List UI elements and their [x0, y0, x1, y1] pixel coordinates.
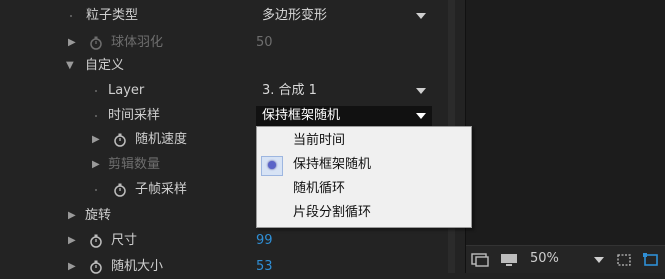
stopwatch-icon[interactable] — [113, 183, 127, 197]
stopwatch-icon[interactable] — [89, 234, 103, 248]
indent-dot — [70, 15, 72, 17]
size-label: 尺寸 — [111, 233, 138, 248]
composition-viewer: 50% — [465, 0, 665, 273]
time-sampling-dropdown[interactable]: 保持框架随机 — [256, 106, 432, 126]
chevron-down-icon — [416, 113, 426, 119]
time-sampling-label: 时间采样 — [108, 108, 161, 123]
rotation-label: 旋转 — [85, 208, 112, 223]
random-size-label: 随机大小 — [111, 259, 164, 274]
custom-label: 自定义 — [85, 58, 125, 73]
chevron-down-icon — [416, 88, 426, 94]
expand-arrow-icon[interactable]: ▶ — [68, 229, 76, 253]
layer-label: Layer — [108, 83, 145, 98]
particle-type-dropdown[interactable]: 多边形变形 — [256, 6, 432, 26]
random-speed-label: 随机速度 — [135, 132, 188, 147]
time-sampling-menu: 当前时间 保持框架随机 随机循环 片段分割循环 — [256, 126, 472, 228]
clip-count-label: 剪辑数量 — [108, 157, 161, 172]
transparency-grid-icon[interactable] — [643, 253, 659, 267]
random-size-value[interactable]: 53 — [256, 255, 273, 279]
collapse-arrow-icon[interactable]: ▼ — [66, 54, 74, 78]
row-time-sampling: 时间采样 保持框架随机 — [0, 104, 440, 128]
stopwatch-icon[interactable] — [89, 36, 103, 50]
menu-item-split-clip-loop[interactable]: 片段分割循环 — [257, 201, 471, 225]
menu-item-label: 随机循环 — [293, 181, 346, 196]
stopwatch-icon[interactable] — [89, 260, 103, 274]
layer-dropdown[interactable]: 3. 合成 1 — [256, 81, 432, 101]
expand-arrow-icon[interactable]: ▶ — [68, 31, 76, 55]
row-custom: ▼ 自定义 — [0, 54, 440, 78]
row-subframe: 子帧采样 — [0, 178, 256, 202]
radio-bullet-icon — [268, 161, 276, 169]
chevron-down-icon — [416, 13, 426, 19]
menu-item-label: 片段分割循环 — [293, 205, 372, 220]
time-sampling-value: 保持框架随机 — [262, 108, 341, 123]
zoom-level[interactable]: 50% — [530, 249, 559, 269]
row-layer: Layer 3. 合成 1 — [0, 79, 440, 103]
row-particle-type: 粒子类型 多边形变形 — [0, 4, 440, 28]
subframe-label: 子帧采样 — [135, 182, 188, 197]
indent-dot — [95, 90, 97, 92]
layer-value: 3. 合成 1 — [262, 83, 317, 98]
row-size: ▶ 尺寸 99 — [0, 229, 440, 253]
viewer-toolbar: 50% — [466, 245, 665, 273]
particle-type-label: 粒子类型 — [86, 8, 139, 23]
chevron-down-icon[interactable] — [594, 257, 604, 263]
expand-arrow-icon[interactable]: ▶ — [92, 153, 100, 177]
sphere-feather-label: 球体羽化 — [111, 35, 164, 50]
particle-type-value: 多边形变形 — [262, 8, 328, 23]
menu-item-current-time[interactable]: 当前时间 — [257, 129, 471, 153]
expand-arrow-icon[interactable]: ▶ — [68, 204, 76, 228]
size-value[interactable]: 99 — [256, 229, 273, 253]
row-sphere-feather: ▶ 球体羽化 50 — [0, 31, 440, 55]
row-rotation: ▶ 旋转 — [0, 204, 256, 228]
indent-dot — [95, 115, 97, 117]
monitor-icon[interactable] — [500, 253, 518, 267]
menu-item-label: 保持框架随机 — [293, 157, 372, 172]
sphere-feather-value[interactable]: 50 — [256, 31, 273, 55]
expand-arrow-icon[interactable]: ▶ — [68, 255, 76, 279]
menu-item-label: 当前时间 — [293, 133, 346, 148]
row-random-size: ▶ 随机大小 53 — [0, 255, 440, 279]
indent-dot — [95, 189, 97, 191]
row-clip-count: ▶ 剪辑数量 — [0, 153, 256, 177]
region-of-interest-icon[interactable] — [616, 253, 632, 267]
expand-arrow-icon[interactable]: ▶ — [92, 128, 100, 152]
snapshot-icon[interactable] — [471, 253, 489, 267]
stopwatch-icon[interactable] — [113, 133, 127, 147]
menu-item-random-loop[interactable]: 随机循环 — [257, 177, 471, 201]
menu-item-hold-frame-random[interactable]: 保持框架随机 — [257, 153, 471, 177]
row-random-speed: ▶ 随机速度 — [0, 128, 256, 152]
